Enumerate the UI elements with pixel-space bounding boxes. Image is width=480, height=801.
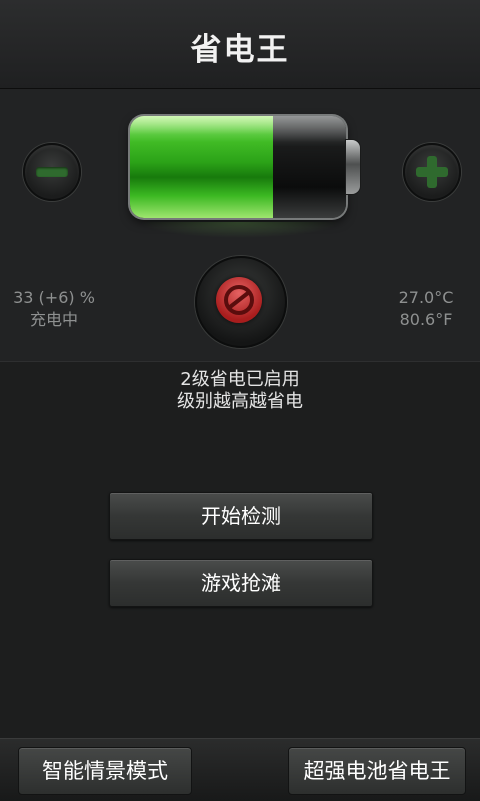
temperature-fahrenheit: 80.6°F (399, 310, 453, 329)
smart-scene-mode-button[interactable]: 智能情景模式 (18, 747, 192, 795)
battery-shine (130, 116, 346, 142)
increase-level-button[interactable] (403, 143, 461, 201)
super-battery-saver-button[interactable]: 超强电池省电王 (288, 747, 466, 795)
power-save-mode-button[interactable] (195, 256, 287, 348)
main-area (0, 362, 480, 738)
game-button[interactable]: 游戏抢滩 (109, 559, 373, 607)
save-level-hint: 级别越高越省电 (177, 391, 303, 412)
header-bar: 省电王 (0, 0, 480, 89)
decrease-level-button[interactable] (23, 143, 81, 201)
power-save-mode-icon (216, 277, 262, 323)
minus-icon (36, 167, 68, 177)
battery-reflection (140, 222, 340, 238)
page-title: 省电王 (190, 32, 290, 68)
battery-graphic (130, 116, 346, 218)
battery-stats: 33 (+6) % 充电中 (0, 287, 108, 331)
temperature-stats: 27.0°C 80.6°F (372, 287, 480, 331)
temperature-celsius: 27.0°C (398, 288, 454, 307)
plus-icon-vertical (427, 156, 437, 188)
start-detect-button[interactable]: 开始检测 (109, 492, 373, 540)
battery-cap (346, 140, 360, 194)
battery-percent: 33 (+6) % (13, 288, 95, 307)
charging-status: 充电中 (29, 310, 78, 329)
save-level-status: 2级省电已启用 (180, 369, 300, 390)
